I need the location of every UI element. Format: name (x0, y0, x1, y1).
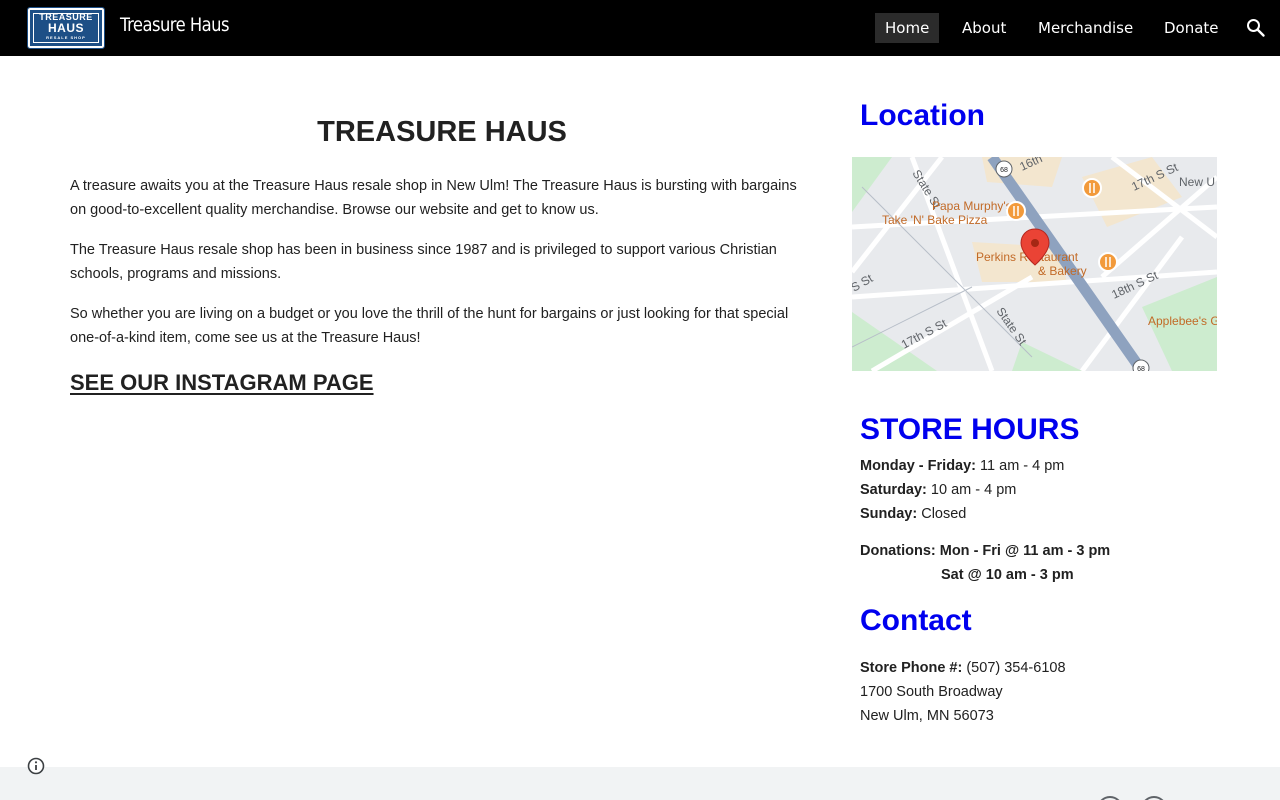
site-header: TREASURE HAUS RESALE SHOP Treasure Haus … (0, 0, 1280, 56)
route-shield: 68 (995, 160, 1013, 178)
intro-paragraph: A treasure awaits you at the Treasure Ha… (70, 178, 797, 218)
address-line-1: 1700 South Broadway (860, 684, 1003, 700)
store-phone-label: Store Phone #: (860, 660, 963, 676)
site-title[interactable]: Treasure Haus (120, 14, 229, 36)
route-shield: 68 (1132, 359, 1150, 371)
page-footer (0, 767, 1280, 800)
hours-saturday-value: 10 am - 4 pm (926, 482, 1017, 498)
location-heading: Location (860, 99, 985, 132)
map-label: 17th S St (899, 316, 950, 352)
page-title: TREASURE HAUS (317, 116, 567, 148)
map-label: Papa Murphy's | (932, 199, 1018, 213)
route-label: 68 (1137, 366, 1145, 371)
search-icon[interactable] (1244, 16, 1268, 40)
logo-line-3: RESALE SHOP (46, 35, 86, 40)
restaurant-marker-icon (1082, 178, 1102, 198)
map-label: New U (1179, 175, 1215, 189)
map-label: State St (994, 305, 1030, 349)
restaurant-marker-icon (1098, 252, 1118, 272)
map-label: & Bakery (1038, 264, 1087, 278)
hours-sunday: Sunday: Closed (860, 506, 966, 522)
hours-weekday-value: 11 am - 4 pm (976, 458, 1065, 474)
info-icon[interactable] (27, 757, 45, 775)
map-label: Take 'N' Bake Pizza (882, 213, 988, 227)
nav-merchandise[interactable]: Merchandise (1028, 13, 1143, 43)
donation-hours-saturday: Sat @ 10 am - 3 pm (941, 567, 1074, 583)
map-park-area (852, 157, 892, 212)
hours-saturday: Saturday: 10 am - 4 pm (860, 482, 1016, 498)
logo-line-2: HAUS (47, 21, 84, 35)
donation-hours: Donations: Mon - Fri @ 11 am - 3 pm (860, 543, 1110, 559)
store-hours-heading: STORE HOURS (860, 413, 1080, 446)
route-label: 68 (1000, 167, 1008, 174)
store-phone: Store Phone #: (507) 354-6108 (860, 660, 1066, 676)
hours-sunday-label: Sunday: (860, 506, 918, 522)
hours-weekday-label: Monday - Friday: (860, 458, 977, 474)
map-park-area (1012, 342, 1082, 371)
nav-about[interactable]: About (952, 13, 1016, 43)
restaurant-marker-icon (1006, 201, 1026, 221)
donation-hours-value: Mon - Fri @ 11 am - 3 pm (935, 543, 1111, 559)
store-phone-value[interactable]: (507) 354-6108 (962, 660, 1065, 676)
invite-paragraph: So whether you are living on a budget or… (70, 306, 789, 346)
hours-sunday-value: Closed (917, 506, 967, 522)
map-label: Applebee's G (1148, 314, 1217, 328)
location-map[interactable]: 68 68 16th 17th S St New U State St 18th… (852, 157, 1217, 371)
site-logo[interactable]: TREASURE HAUS RESALE SHOP (27, 7, 105, 49)
nav-home[interactable]: Home (875, 13, 940, 43)
history-paragraph: The Treasure Haus resale shop has been i… (70, 242, 777, 282)
contact-heading: Contact (860, 604, 972, 637)
hours-saturday-label: Saturday: (860, 482, 927, 498)
address-line-2: New Ulm, MN 56073 (860, 708, 994, 724)
donation-hours-label: Donations: (860, 543, 936, 559)
instagram-link[interactable]: SEE OUR INSTAGRAM PAGE (70, 370, 374, 396)
nav-donate[interactable]: Donate (1154, 13, 1229, 43)
map-label: S St (852, 271, 876, 295)
hours-weekday: Monday - Friday: 11 am - 4 pm (860, 458, 1064, 474)
